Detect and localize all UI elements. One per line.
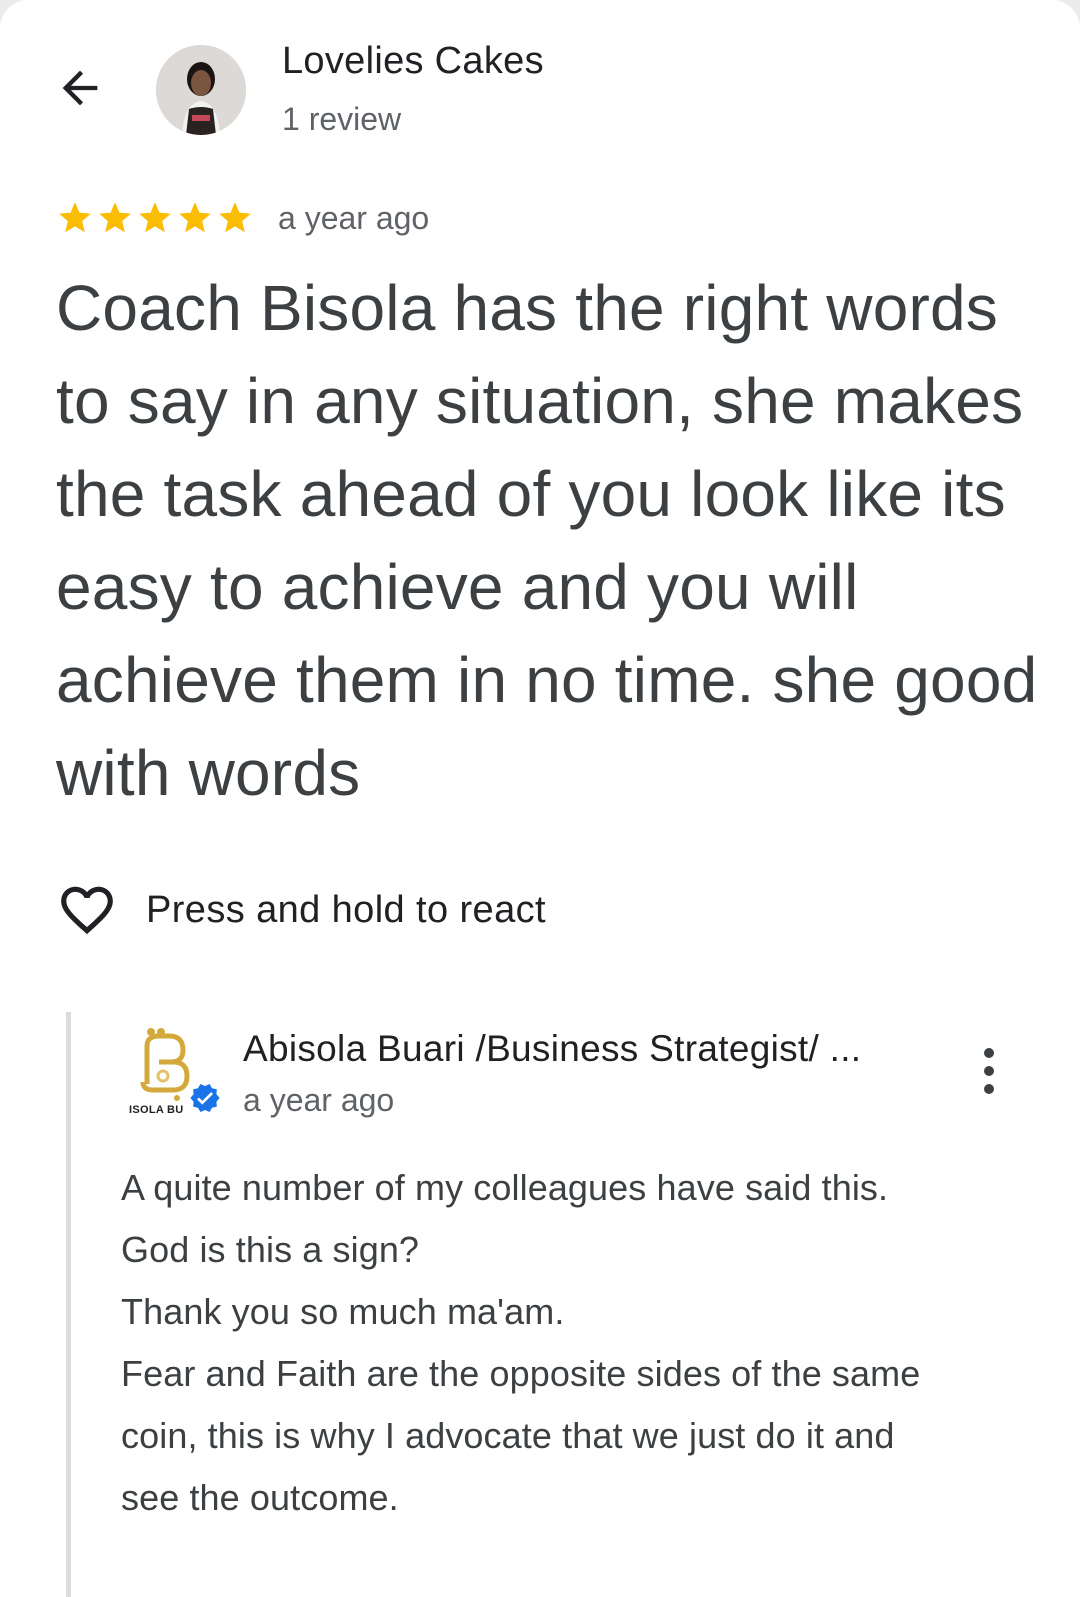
review-date: a year ago [278, 199, 430, 236]
owner-name[interactable]: Abisola Buari /Business Strategist/ ... [243, 1028, 943, 1070]
review-detail-sheet: Lovelies Cakes 1 review a year ago Coach… [0, 0, 1080, 1597]
owner-reply-date: a year ago [243, 1082, 395, 1118]
star-icon [59, 202, 91, 233]
review-text: Coach Bisola has the right words to say … [56, 272, 1038, 809]
star-icon [139, 202, 171, 233]
reviewer-avatar[interactable] [156, 45, 246, 135]
review-count: 1 review [282, 101, 402, 137]
arrow-back-icon [62, 70, 98, 106]
more-vert-icon [984, 1048, 994, 1058]
reply-line: coin, this is why I advocate that we jus… [121, 1415, 895, 1456]
heart-outline-icon [61, 886, 113, 935]
star-icon [99, 202, 131, 233]
reply-line: Fear and Faith are the opposite sides of… [121, 1353, 921, 1394]
reply-line: A quite number of my colleagues have sai… [121, 1167, 889, 1208]
owner-reply-text: A quite number of my colleagues have sai… [121, 1157, 1021, 1529]
reviewer-name[interactable]: Lovelies Cakes [282, 40, 544, 83]
logo-text: ISOLA BU [129, 1104, 184, 1116]
back-button[interactable] [44, 52, 116, 124]
owner-logo[interactable]: ISOLA BU [129, 1024, 229, 1124]
star-rating [56, 199, 254, 237]
react-button[interactable]: Press and hold to react [56, 878, 546, 942]
react-label: Press and hold to react [146, 888, 546, 931]
owner-reply: ISOLA BU Abisola Buari /Business Strateg… [66, 1012, 1080, 1597]
reply-line: Thank you so much ma'am. [121, 1291, 565, 1332]
more-options-button[interactable] [971, 1046, 1007, 1096]
star-icon [219, 202, 251, 233]
reply-line: God is this a sign? [121, 1229, 420, 1270]
reply-line: see the outcome. [121, 1477, 399, 1518]
star-icon [179, 202, 211, 233]
verified-badge-icon [190, 1084, 220, 1112]
rating-row: a year ago [56, 196, 429, 240]
review-header: Lovelies Cakes 1 review [0, 0, 1080, 170]
